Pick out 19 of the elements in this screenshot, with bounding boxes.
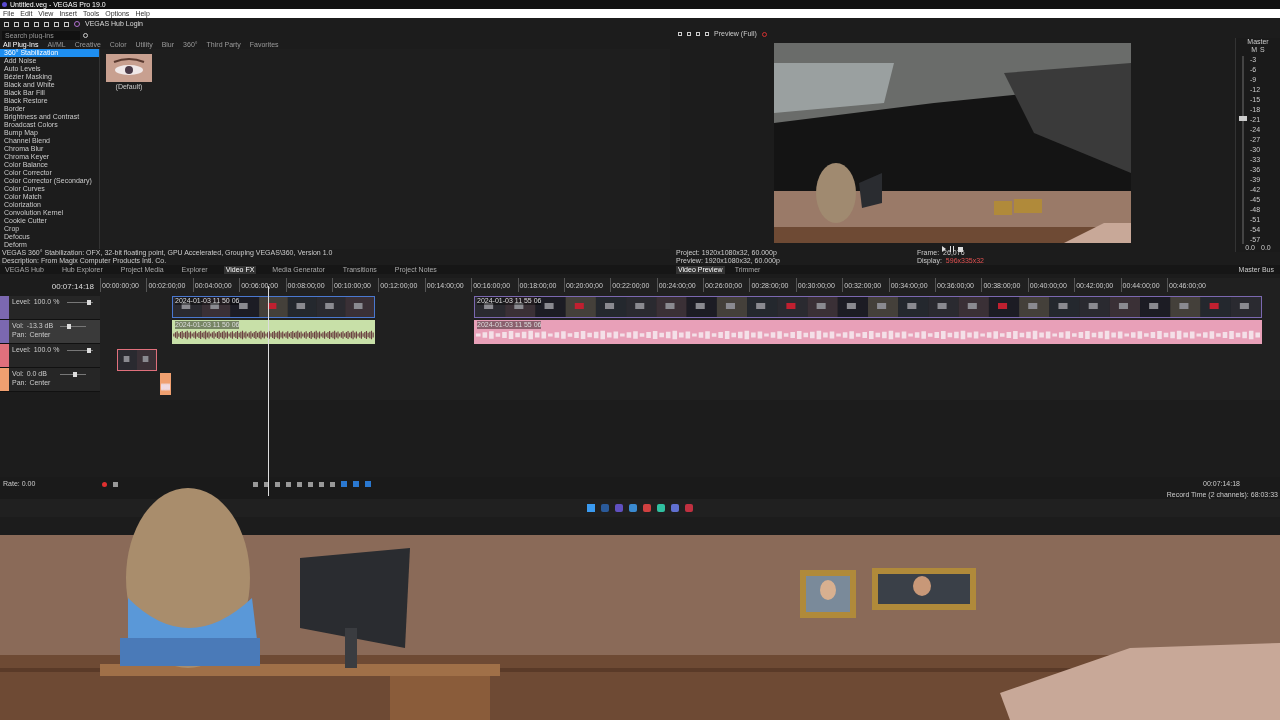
slider-thumb[interactable] [87, 347, 92, 353]
stop-icon[interactable] [958, 246, 963, 252]
fader-thumb[interactable] [1239, 116, 1247, 121]
pause-icon[interactable] [950, 246, 954, 252]
slider-thumb[interactable] [72, 371, 77, 377]
preview-tool-icon[interactable] [678, 32, 682, 36]
play-icon[interactable] [942, 246, 946, 252]
preview-tool-icon[interactable] [696, 32, 700, 36]
preview-tool-icon[interactable] [687, 32, 691, 36]
record-icon[interactable] [102, 481, 107, 487]
preview-tool-icon[interactable] [705, 32, 709, 36]
video-clip[interactable] [117, 349, 157, 371]
slider-thumb[interactable] [87, 299, 92, 305]
audio-clip[interactable] [160, 373, 171, 395]
slider-thumb[interactable] [66, 323, 71, 329]
timecode: 00:07:14:18 [51, 281, 94, 293]
transport-icon[interactable] [113, 481, 118, 487]
waveform-drawing [161, 380, 170, 394]
app-icon [2, 2, 7, 7]
